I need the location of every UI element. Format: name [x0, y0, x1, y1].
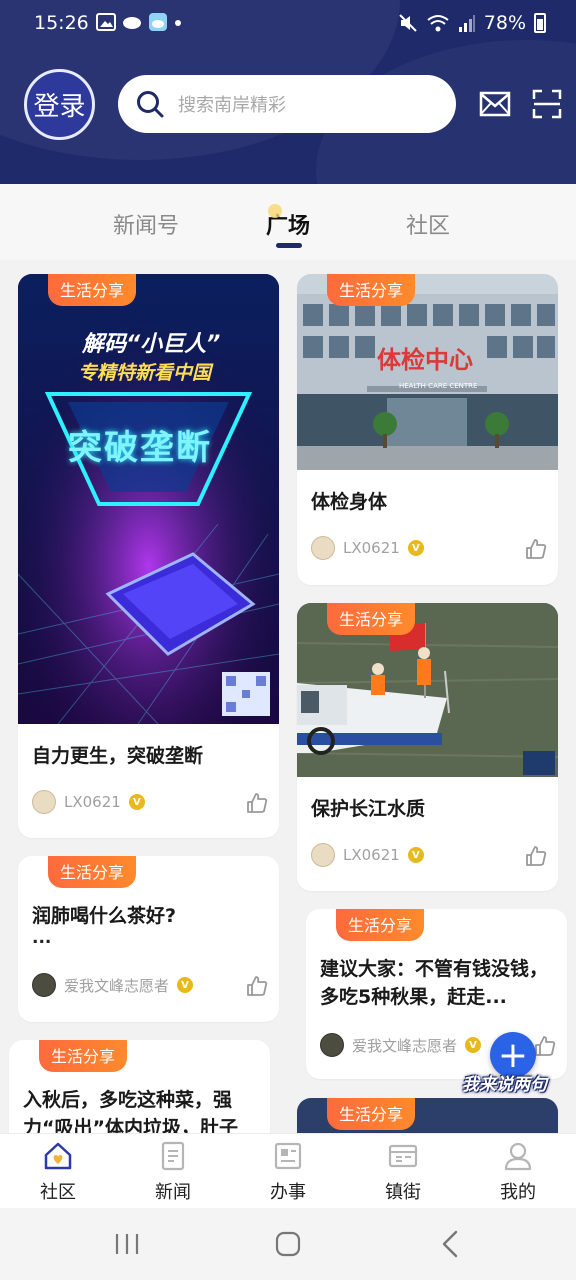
- post-meta: 爱我文峰志愿者 V: [320, 1033, 482, 1057]
- post-title[interactable]: 入秋后，多吃这种菜，强力“吸出”体内垃圾，肚子: [23, 1086, 258, 1133]
- author-name[interactable]: 爱我文峰志愿者: [352, 1035, 457, 1056]
- nav-item-community[interactable]: 社区: [18, 1140, 98, 1204]
- author-name[interactable]: LX0621: [343, 539, 400, 557]
- author-name[interactable]: 爱我文峰志愿者: [64, 975, 169, 996]
- nav-label: 办事: [270, 1182, 306, 1203]
- service-icon: [274, 1142, 302, 1170]
- nav-item-services[interactable]: 办事: [248, 1140, 328, 1204]
- post-title[interactable]: 保护长江水质: [311, 795, 546, 823]
- nav-item-mine[interactable]: 我的: [478, 1140, 558, 1204]
- login-button[interactable]: 登录: [24, 69, 95, 140]
- building-sign: 体检中心: [377, 346, 473, 374]
- notification-icons: [96, 13, 182, 31]
- like-icon[interactable]: [525, 538, 547, 560]
- status-right: 78%: [398, 12, 546, 34]
- status-time: 15:26: [34, 12, 89, 34]
- like-icon[interactable]: [246, 975, 268, 997]
- post-card[interactable]: 生活分享 润肺喝什么茶好? ... 爱我文峰志愿者 V: [18, 856, 279, 1022]
- post-title[interactable]: 自力更生，突破垄断: [32, 742, 267, 770]
- like-icon[interactable]: [534, 1035, 556, 1057]
- image-caption-line1: 解码“小巨人”: [82, 332, 221, 357]
- search-input[interactable]: 搜索南岸精彩: [118, 75, 456, 133]
- search-placeholder: 搜索南岸精彩: [178, 95, 286, 116]
- nav-label: 新闻: [155, 1182, 191, 1203]
- user-icon: [504, 1142, 532, 1171]
- building-sign-english: HEALTH CARE CENTRE: [399, 382, 478, 390]
- verified-badge-icon: V: [465, 1037, 482, 1053]
- author-avatar[interactable]: [311, 536, 335, 560]
- town-icon: [388, 1144, 418, 1168]
- post-tag: 生活分享: [327, 274, 416, 306]
- post-tag: 生活分享: [327, 1098, 416, 1130]
- mail-icon[interactable]: [479, 89, 511, 119]
- author-avatar[interactable]: [320, 1033, 344, 1057]
- post-title[interactable]: 润肺喝什么茶好?: [32, 902, 267, 930]
- author-avatar[interactable]: [32, 790, 56, 814]
- post-card[interactable]: 生活分享: [297, 1098, 558, 1133]
- tab-active-decoration: [268, 204, 282, 218]
- post-meta: LX0621 V: [311, 536, 424, 560]
- status-bar: 15:26 78%: [0, 0, 576, 48]
- post-card[interactable]: 生活分享 入秋后，多吃这种菜，强力“吸出”体内垃圾，肚子: [9, 1040, 270, 1133]
- home-icon: [44, 1142, 72, 1170]
- post-card[interactable]: 生活分享 体检中心 HEALTH CARE CENTRE 体检身体 LX0621…: [297, 274, 558, 585]
- image-caption-line2: 专精特新看中国: [78, 362, 212, 384]
- news-icon: [161, 1141, 185, 1171]
- scan-icon[interactable]: [532, 89, 562, 119]
- post-image: 解码“小巨人” 专精特新看中国 突破垄断: [18, 274, 279, 724]
- cloud-icon: [123, 17, 141, 29]
- verified-badge-icon: V: [128, 794, 145, 810]
- post-tag: 生活分享: [48, 856, 137, 888]
- app-notification-icon: [149, 13, 167, 31]
- post-tag: 生活分享: [39, 1040, 128, 1072]
- author-name[interactable]: LX0621: [343, 846, 400, 864]
- post-meta: LX0621 V: [311, 843, 424, 867]
- post-card[interactable]: 生活分享 保护长江水质 LX0621 V: [297, 603, 558, 891]
- gallery-icon: [96, 13, 116, 31]
- author-avatar[interactable]: [32, 973, 56, 997]
- verified-badge-icon: V: [177, 977, 194, 993]
- system-navigation-bar: [0, 1208, 576, 1280]
- post-tag: 生活分享: [336, 909, 425, 941]
- post-meta: LX0621 V: [32, 790, 145, 814]
- search-icon: [137, 91, 164, 118]
- tab-community[interactable]: 社区: [406, 208, 450, 240]
- home-button-icon[interactable]: [275, 1231, 301, 1257]
- recent-apps-icon[interactable]: [114, 1232, 140, 1256]
- verified-badge-icon: V: [407, 540, 424, 556]
- compose-post-label[interactable]: 我来说两句: [462, 1070, 547, 1095]
- post-meta: 爱我文峰志愿者 V: [32, 973, 194, 997]
- post-excerpt: ...: [32, 928, 52, 948]
- wifi-icon: [427, 15, 449, 32]
- like-icon[interactable]: [246, 792, 268, 814]
- author-name[interactable]: LX0621: [64, 793, 121, 811]
- mute-icon: [399, 14, 417, 32]
- post-card[interactable]: 生活分享 解码“小巨人” 专精特新看中国 突破垄断 自力更生，突破垄断 LX06…: [18, 274, 279, 838]
- back-icon[interactable]: [441, 1230, 459, 1258]
- tab-news-account[interactable]: 新闻号: [113, 208, 179, 240]
- battery-percent: 78%: [483, 12, 526, 34]
- nav-item-news[interactable]: 新闻: [133, 1140, 213, 1204]
- battery-icon: [534, 13, 546, 33]
- post-tag: 生活分享: [48, 274, 137, 306]
- like-icon[interactable]: [525, 845, 547, 867]
- nav-label: 社区: [40, 1182, 76, 1203]
- tab-active-indicator: [276, 243, 302, 248]
- post-tag: 生活分享: [327, 603, 416, 635]
- post-title[interactable]: 体检身体: [311, 488, 546, 516]
- plaza-feed[interactable]: 生活分享 解码“小巨人” 专精特新看中国 突破垄断 自力更生，突破垄断 LX06…: [0, 260, 576, 1133]
- nav-label: 我的: [500, 1182, 536, 1203]
- content-tabs: 新闻号 广场 社区: [0, 184, 576, 260]
- author-avatar[interactable]: [311, 843, 335, 867]
- dot-icon: [175, 20, 181, 26]
- nav-label: 镇街: [385, 1182, 421, 1203]
- nav-item-town[interactable]: 镇街: [363, 1140, 443, 1204]
- bottom-navigation: 社区 新闻 办事 镇街 我的: [0, 1133, 576, 1208]
- app-header: 15:26 78% 登录 搜索南岸精彩: [0, 0, 576, 184]
- signal-icon: [458, 15, 475, 32]
- post-title[interactable]: 建议大家：不管有钱没钱，多吃5种秋果，赶走...: [320, 955, 555, 1011]
- image-caption-headline: 突破垄断: [68, 428, 212, 468]
- verified-badge-icon: V: [407, 847, 424, 863]
